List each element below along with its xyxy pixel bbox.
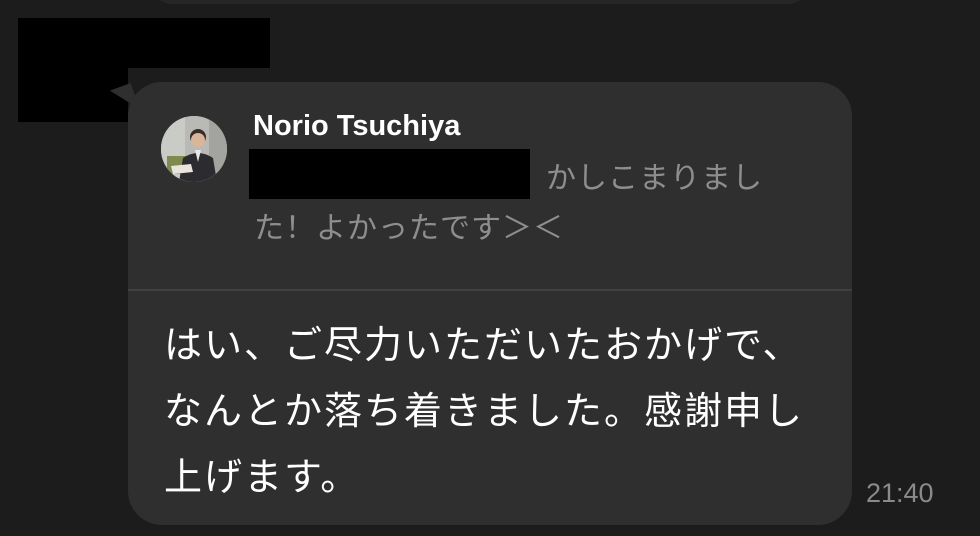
message-timestamp: 21:40: [866, 478, 934, 508]
redacted-quoted-text: [249, 149, 530, 199]
chat-view: Norio Tsuchiya かしこまりました！よかったです＞＜ はい、ご尽力い…: [0, 0, 980, 536]
message-bubble[interactable]: Norio Tsuchiya かしこまりました！よかったです＞＜ はい、ご尽力い…: [128, 82, 852, 525]
reply-divider: [128, 289, 852, 291]
user-avatar-icon: [161, 116, 227, 182]
reply-quote[interactable]: Norio Tsuchiya かしこまりました！よかったです＞＜: [128, 82, 852, 289]
redacted-sender-name: [18, 18, 270, 68]
quoted-sender-name: Norio Tsuchiya: [253, 110, 461, 142]
previous-message-bubble[interactable]: [150, 0, 810, 4]
message-text: はい、ご尽力いただいたおかげで、なんとか落ち着きました。感謝申し上げます。: [164, 323, 805, 499]
